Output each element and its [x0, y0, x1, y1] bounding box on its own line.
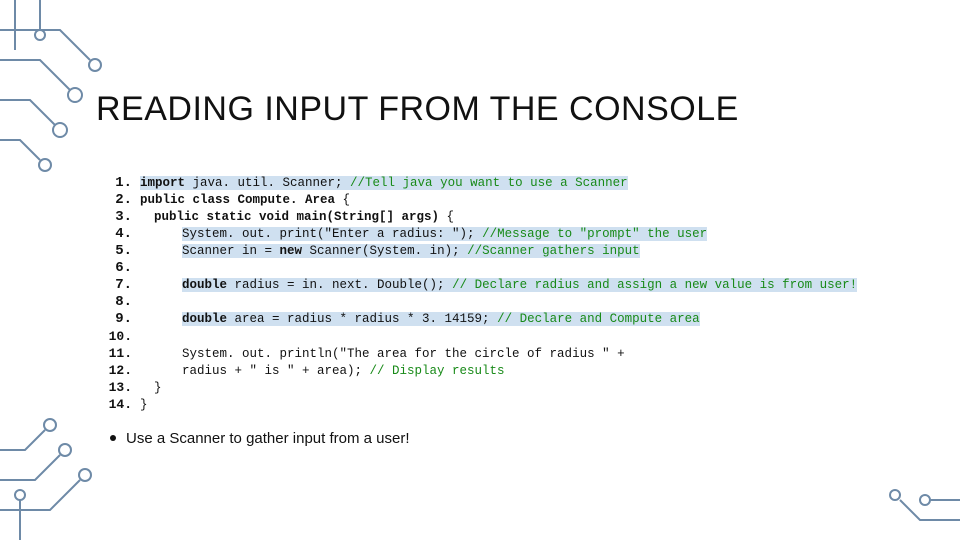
circuit-decoration-bottom-right: [870, 450, 960, 540]
code-line: 10.: [96, 328, 857, 345]
line-number: 8.: [96, 294, 132, 311]
bullet-text: Use a Scanner to gather input from a use…: [126, 430, 409, 447]
code-block: 1.import java. util. Scanner; //Tell jav…: [96, 175, 857, 413]
code-line: 5.Scanner in = new Scanner(System. in); …: [96, 243, 857, 260]
line-number: 13.: [96, 379, 132, 396]
code-line: 11.System. out. println("The area for th…: [96, 345, 857, 362]
code-line: 14.}: [96, 396, 857, 413]
line-number: 3.: [96, 209, 132, 226]
line-number: 6.: [96, 260, 132, 277]
slide-title: READING INPUT FROM THE CONSOLE: [96, 90, 739, 129]
slide: READING INPUT FROM THE CONSOLE 1.import …: [0, 0, 960, 540]
line-number: 10.: [96, 328, 132, 345]
line-number: 9.: [96, 311, 132, 328]
line-number: 1.: [96, 175, 132, 192]
line-number: 2.: [96, 192, 132, 209]
line-number: 11.: [96, 345, 132, 362]
code-line: 8.: [96, 294, 857, 311]
code-line: 3.public static void main(String[] args)…: [96, 209, 857, 226]
code-line: 12.radius + " is " + area); // Display r…: [96, 362, 857, 379]
code-line: 4.System. out. print("Enter a radius: ")…: [96, 226, 857, 243]
code-line: 13.}: [96, 379, 857, 396]
code-line: 9.double area = radius * radius * 3. 141…: [96, 311, 857, 328]
line-number: 5.: [96, 243, 132, 260]
line-number: 12.: [96, 362, 132, 379]
line-number: 14.: [96, 396, 132, 413]
line-number: 7.: [96, 277, 132, 294]
code-line: 7.double radius = in. next. Double(); //…: [96, 277, 857, 294]
code-line: 2.public class Compute. Area {: [96, 192, 857, 209]
line-number: 4.: [96, 226, 132, 243]
bullet-item: Use a Scanner to gather input from a use…: [110, 430, 409, 447]
code-line: 1.import java. util. Scanner; //Tell jav…: [96, 175, 857, 192]
bullet-dot-icon: [110, 435, 116, 441]
code-line: 6.: [96, 260, 857, 277]
